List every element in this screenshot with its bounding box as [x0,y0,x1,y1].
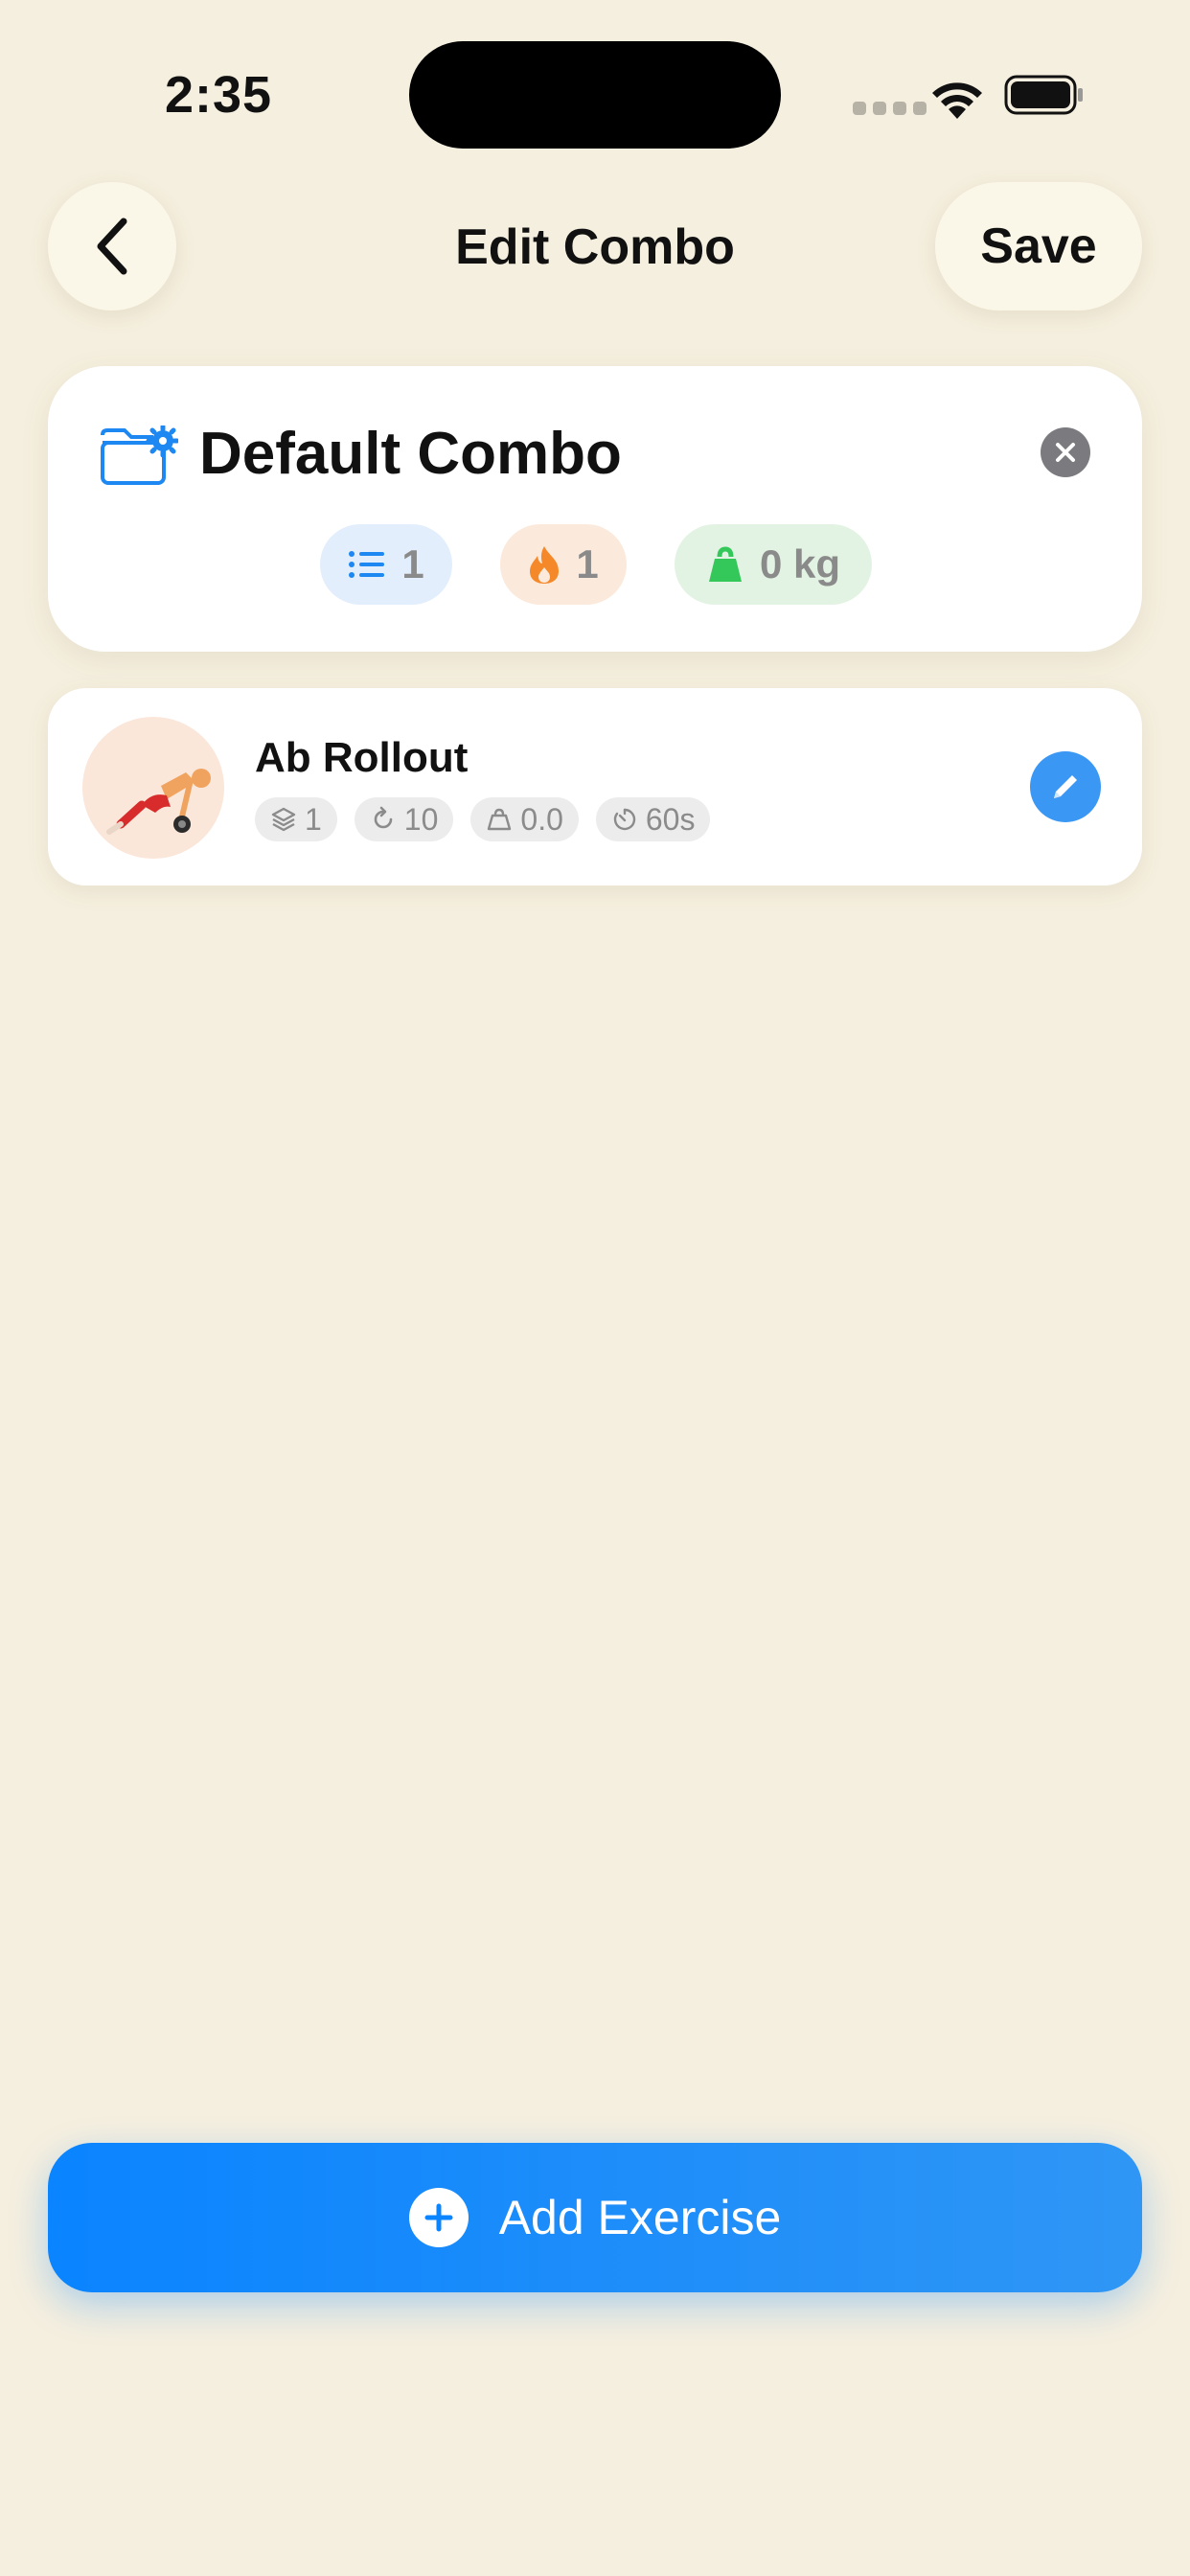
sets-value: 1 [305,801,322,837]
exercise-count-badge: 1 [320,524,452,605]
plus-circle-icon [408,2188,469,2247]
edit-exercise-button[interactable] [1030,751,1101,822]
timer-icon [613,808,636,831]
weight-value: 0 kg [759,541,841,586]
weight-badge: 0 kg [675,524,872,605]
calories-value: 1 [576,541,599,586]
combo-summary-card: Default Combo 1 1 0 kg [48,366,1142,652]
pencil-icon [1054,775,1077,798]
weight-value: 0.0 [520,801,563,837]
add-exercise-label: Add Exercise [498,2191,782,2244]
exercise-name: Ab Rollout [255,734,469,781]
battery-icon [1004,75,1083,115]
kettlebell-icon [708,546,742,582]
reps-chip: 10 [354,797,454,841]
sets-chip: 1 [255,797,337,841]
wifi-icon [932,82,982,119]
folder-gear-icon [101,426,178,485]
kettlebell-icon [488,808,512,831]
rest-value: 60s [645,801,696,837]
layers-icon [271,807,296,832]
combo-name[interactable]: Default Combo [199,420,622,488]
calories-badge: 1 [500,524,627,605]
dynamic-island [409,41,781,149]
exercise-thumbnail [82,717,224,859]
clear-name-button[interactable] [1041,427,1090,477]
flame-icon [530,546,560,584]
exercise-params: 1 10 0.0 60s [255,797,711,841]
weight-chip: 0.0 [470,797,579,841]
list-icon [349,551,385,578]
xmark-icon [1056,443,1075,462]
repeat-icon [374,806,393,829]
add-exercise-button[interactable]: Add Exercise [48,2143,1142,2292]
exercise-row[interactable]: Ab Rollout 1 10 0.0 60s [48,688,1142,886]
exercise-count-value: 1 [401,541,424,586]
reps-value: 10 [403,801,439,837]
status-time: 2:35 [165,66,273,124]
screen: 2:35 Edit Combo Save Default Combo 1 1 0… [0,0,1190,2576]
save-button[interactable]: Save [935,182,1142,310]
cellular-signal-icon [853,102,927,115]
rest-chip: 60s [595,797,711,841]
